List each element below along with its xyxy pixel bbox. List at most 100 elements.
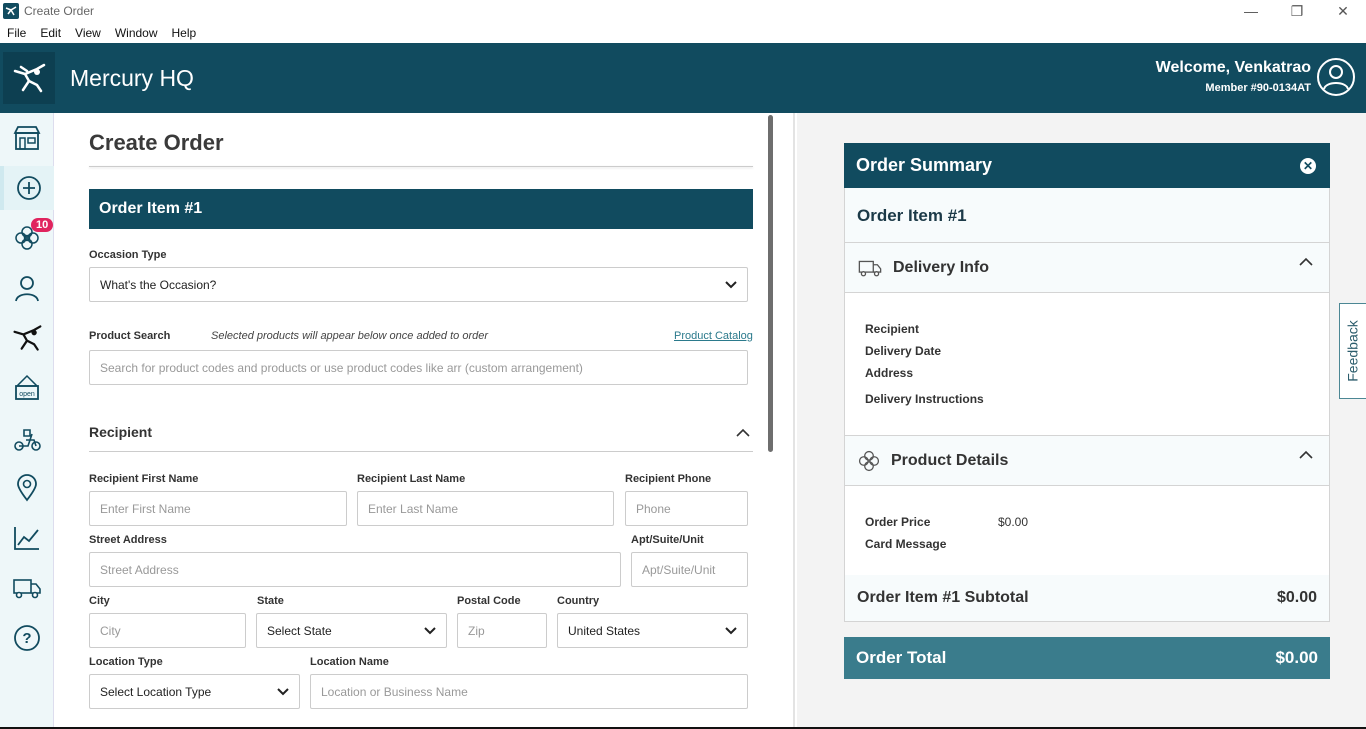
menu-file[interactable]: File — [0, 26, 33, 40]
chevron-up-icon[interactable] — [1299, 257, 1313, 266]
country-value: United States — [568, 623, 641, 638]
orders-badge: 10 — [31, 218, 54, 232]
country-select[interactable]: United States — [557, 613, 748, 648]
apt-input[interactable]: Apt/Suite/Unit — [631, 552, 748, 587]
nav-customers[interactable] — [0, 266, 54, 310]
menu-bar: File Edit View Window Help — [0, 22, 1366, 43]
delivery-info-body: Recipient Delivery Date Address Delivery… — [845, 293, 1329, 436]
occasion-select[interactable]: What's the Occasion? — [89, 267, 748, 302]
state-value: Select State — [267, 623, 332, 638]
delivery-recipient-label: Recipient — [865, 322, 920, 336]
location-type-value: Select Location Type — [100, 684, 212, 699]
welcome-block: Welcome, Venkatrao Member #90-0134AT — [1156, 59, 1311, 94]
menu-window[interactable]: Window — [108, 26, 165, 40]
nav-help[interactable]: ? — [0, 616, 54, 660]
chevron-up-icon[interactable] — [736, 428, 750, 437]
order-summary-title: Order Summary — [856, 155, 993, 175]
chevron-down-icon — [277, 687, 289, 695]
window-title: Create Order — [24, 4, 95, 18]
mercury-logo[interactable] — [3, 52, 55, 104]
street-input[interactable]: Street Address — [89, 552, 621, 587]
nav-fleet[interactable] — [0, 566, 54, 610]
svg-text:open: open — [19, 391, 35, 398]
feedback-tab[interactable]: Feedback — [1339, 303, 1366, 399]
phone-input[interactable]: Phone — [625, 491, 748, 526]
chevron-down-icon — [424, 626, 436, 634]
menu-help[interactable]: Help — [165, 26, 204, 40]
person-icon — [15, 276, 39, 302]
menu-view[interactable]: View — [68, 26, 108, 40]
product-search-input[interactable]: Search for product codes and products or… — [89, 350, 748, 385]
left-nav: 10 open ? — [0, 113, 54, 729]
product-catalog-link[interactable]: Product Catalog — [674, 330, 753, 342]
order-item-header[interactable]: Order Item #1 — [89, 189, 753, 229]
chart-icon — [14, 527, 39, 550]
help-icon: ? — [14, 625, 40, 651]
order-total-value: $0.00 — [1275, 648, 1318, 667]
subtotal-value: $0.00 — [1276, 589, 1317, 606]
welcome-text: Welcome, Venkatrao — [1155, 59, 1311, 76]
nav-mercury[interactable] — [0, 316, 54, 360]
delivery-info-section[interactable]: Delivery Info — [845, 243, 1329, 293]
recipient-divider — [89, 451, 753, 452]
delivery-date-label: Delivery Date — [865, 344, 942, 358]
nav-create-order[interactable] — [0, 166, 54, 210]
user-avatar-icon[interactable] — [1316, 57, 1356, 97]
close-icon[interactable]: ✕ — [1300, 158, 1316, 174]
nav-shop-status[interactable]: open — [0, 366, 54, 410]
apt-label: Apt/Suite/Unit — [631, 534, 704, 546]
delivery-info-title: Delivery Info — [893, 258, 990, 276]
svg-text:?: ? — [22, 630, 31, 647]
first-name-input[interactable]: Enter First Name — [89, 491, 347, 526]
truck-icon — [858, 260, 882, 276]
flower-icon — [858, 450, 880, 471]
recipient-section-title: Recipient — [89, 424, 153, 440]
truck-icon — [13, 579, 41, 599]
product-search-label: Product Search — [89, 330, 171, 342]
nav-locations[interactable] — [0, 466, 54, 510]
menu-edit[interactable]: Edit — [33, 26, 68, 40]
location-pin-icon — [17, 474, 37, 502]
add-circle-icon — [17, 176, 41, 200]
location-name-input[interactable]: Location or Business Name — [310, 674, 748, 709]
first-name-label: Recipient First Name — [89, 473, 199, 485]
form-scrollbar[interactable] — [768, 115, 773, 452]
app-name: Mercury HQ — [70, 64, 194, 91]
location-type-label: Location Type — [89, 656, 163, 668]
mercury-logo-icon — [13, 325, 42, 351]
member-number: Member #90-0134AT — [1205, 82, 1311, 94]
minimize-button[interactable]: — — [1228, 0, 1274, 22]
order-price-row: Order Price $0.00 — [865, 511, 1309, 533]
nav-orders[interactable]: 10 — [0, 216, 54, 260]
postal-label: Postal Code — [457, 595, 521, 607]
create-order-form: Create Order Order Item #1 Occasion Type… — [55, 113, 795, 729]
postal-input[interactable]: Zip — [457, 613, 547, 648]
location-name-label: Location Name — [310, 656, 389, 668]
last-name-label: Recipient Last Name — [357, 473, 466, 485]
delivery-instructions-label: Delivery Instructions — [865, 392, 984, 406]
location-type-select[interactable]: Select Location Type — [89, 674, 300, 709]
order-price-label: Order Price — [865, 515, 931, 529]
street-label: Street Address — [89, 534, 167, 546]
close-window-button[interactable]: ✕ — [1320, 0, 1366, 22]
shop-icon — [13, 126, 41, 150]
product-details-body: Order Price $0.00 Card Message — [845, 486, 1329, 575]
restore-button[interactable]: ❐ — [1274, 0, 1320, 22]
nav-reports[interactable] — [0, 516, 54, 560]
page-title: Create Order — [89, 130, 224, 155]
nav-shop[interactable] — [0, 116, 54, 160]
product-details-title: Product Details — [891, 451, 1009, 469]
order-summary-box: Order Item #1 Delivery Info Recipient De… — [844, 188, 1330, 622]
state-select[interactable]: Select State — [256, 613, 447, 648]
order-total-label: Order Total — [856, 648, 947, 667]
nav-delivery[interactable] — [0, 416, 54, 460]
card-message-label: Card Message — [865, 537, 947, 551]
product-details-section[interactable]: Product Details — [845, 436, 1329, 486]
last-name-input[interactable]: Enter Last Name — [357, 491, 614, 526]
product-search-note: Selected products will appear below once… — [211, 330, 489, 342]
delivery-address-label: Address — [865, 366, 914, 380]
chevron-up-icon[interactable] — [1299, 450, 1313, 459]
city-input[interactable]: City — [89, 613, 246, 648]
app-header: Mercury HQ Welcome, Venkatrao Member #90… — [0, 43, 1366, 113]
chevron-down-icon — [725, 626, 737, 634]
